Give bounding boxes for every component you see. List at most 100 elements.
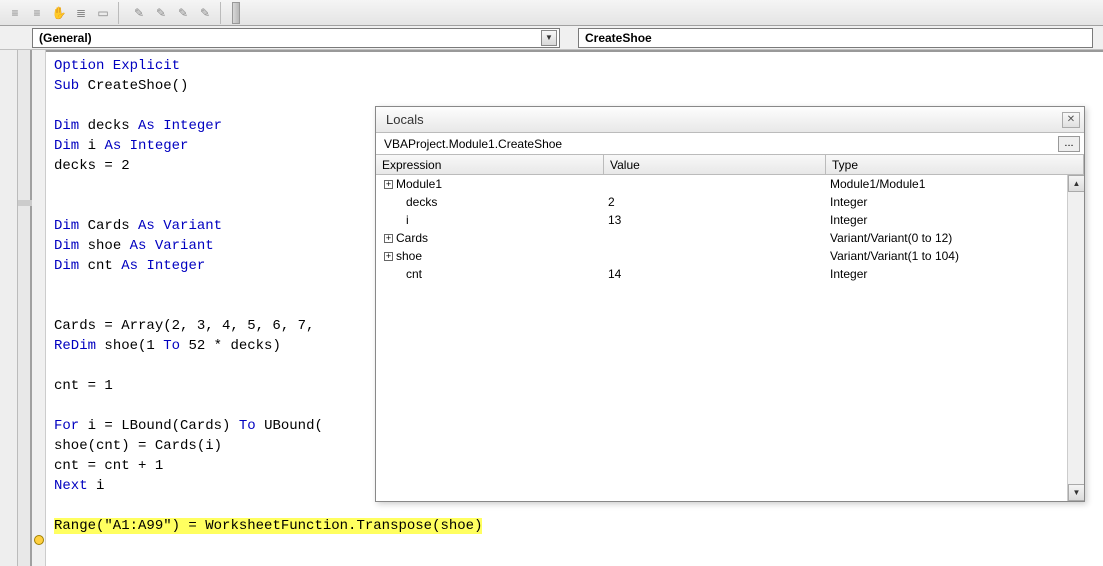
expand-icon[interactable]: + <box>384 234 393 243</box>
code-text: To <box>239 418 256 434</box>
scroll-down-icon[interactable]: ▼ <box>1068 484 1084 501</box>
code-text: To <box>163 338 180 354</box>
locals-type: Module1/Module1 <box>826 177 1084 191</box>
locals-type: Integer <box>826 267 1084 281</box>
pane-splitter[interactable] <box>18 50 32 566</box>
code-text: = WorksheetFunction.Transpose(shoe) <box>180 518 482 534</box>
locals-row[interactable]: +shoe Variant/Variant(1 to 104) <box>376 247 1084 265</box>
locals-expression: decks <box>376 195 604 209</box>
locals-title-text: Locals <box>386 112 1062 127</box>
locals-row[interactable]: cnt 14Integer <box>376 265 1084 283</box>
code-text: Range("A1:A99") <box>54 518 180 534</box>
expand-icon[interactable]: + <box>384 180 393 189</box>
locals-expr-text: shoe <box>396 249 422 263</box>
code-text: i <box>79 138 104 154</box>
procedure-combo[interactable]: CreateShoe <box>578 28 1093 48</box>
breakpoint-marker-icon[interactable] <box>34 535 44 545</box>
locals-row[interactable]: +Cards Variant/Variant(0 to 12) <box>376 229 1084 247</box>
locals-type: Integer <box>826 213 1084 227</box>
locals-value: 13 <box>604 213 826 227</box>
code-text: Sub <box>54 78 79 94</box>
code-text: i <box>88 478 105 494</box>
locals-expr-text: Cards <box>396 231 428 245</box>
code-text: cnt = cnt + 1 <box>54 458 163 474</box>
locals-expression: cnt <box>376 267 604 281</box>
locals-expression: +Cards <box>376 231 604 245</box>
toolbar: ≡ ≡ ✋ ≣ ▭ ✎ ✎ ✎ ✎ <box>0 0 1103 26</box>
code-text: Cards = Array(2, 3, 4, 5, 6, 7, <box>54 318 314 334</box>
locals-expression: i <box>376 213 604 227</box>
code-text: Next <box>54 478 88 494</box>
wand2-icon[interactable]: ✎ <box>174 4 192 22</box>
locals-expr-text: i <box>406 213 409 227</box>
object-combo[interactable]: (General) ▼ <box>32 28 560 48</box>
procedure-combo-label: CreateShoe <box>585 31 1090 45</box>
code-text: As Variant <box>138 218 222 234</box>
separator <box>118 2 124 24</box>
locals-expression: +Module1 <box>376 177 604 191</box>
toolbar-splitter[interactable] <box>232 2 240 24</box>
header-expression[interactable]: Expression <box>376 155 604 174</box>
locals-expression: +shoe <box>376 249 604 263</box>
chevron-down-icon[interactable]: ▼ <box>541 30 557 46</box>
code-text: CreateShoe() <box>79 78 188 94</box>
locals-body: +Module1Module1/Module1decks2Integeri13I… <box>376 175 1084 501</box>
locals-titlebar[interactable]: Locals ✕ <box>376 107 1084 133</box>
block-icon[interactable]: ▭ <box>94 4 112 22</box>
code-text: cnt <box>79 258 121 274</box>
code-text: shoe(cnt) = Cards(i) <box>54 438 222 454</box>
locals-value: 2 <box>604 195 826 209</box>
code-text: ReDim <box>54 338 96 354</box>
breakpoint-margin[interactable] <box>32 50 46 566</box>
code-text: Dim <box>54 238 79 254</box>
ellipsis-button[interactable]: ... <box>1058 136 1080 152</box>
code-text: Dim <box>54 218 79 234</box>
code-text: Dim <box>54 138 79 154</box>
wand3-icon[interactable]: ✎ <box>196 4 214 22</box>
locals-expr-text: Module1 <box>396 177 442 191</box>
locals-row[interactable]: +Module1 Module1/Module1 <box>376 175 1084 193</box>
locals-expr-text: decks <box>406 195 437 209</box>
code-text: shoe(1 <box>96 338 163 354</box>
locals-value: 14 <box>604 267 826 281</box>
locals-row[interactable]: decks 2Integer <box>376 193 1084 211</box>
locals-headers: Expression Value Type <box>376 155 1084 175</box>
code-dropdowns: (General) ▼ CreateShoe <box>0 26 1103 50</box>
outdent-icon[interactable]: ≡ <box>6 4 24 22</box>
expand-icon[interactable]: + <box>384 252 393 261</box>
code-text: Option Explicit <box>54 58 180 74</box>
wand-icon[interactable]: ✎ <box>152 4 170 22</box>
code-text: shoe <box>79 238 129 254</box>
separator <box>220 2 226 24</box>
locals-expr-text: cnt <box>406 267 422 281</box>
code-text: Dim <box>54 258 79 274</box>
code-text: As Integer <box>138 118 222 134</box>
locals-row[interactable]: i 13Integer <box>376 211 1084 229</box>
close-icon[interactable]: ✕ <box>1062 112 1080 128</box>
code-text: i = LBound(Cards) <box>79 418 239 434</box>
code-text: 52 * decks) <box>180 338 281 354</box>
header-value[interactable]: Value <box>604 155 826 174</box>
code-text: As Integer <box>121 258 205 274</box>
execution-line: Range("A1:A99") = WorksheetFunction.Tran… <box>54 518 482 534</box>
locals-context-text: VBAProject.Module1.CreateShoe <box>384 137 1058 151</box>
locals-type: Variant/Variant(0 to 12) <box>826 231 1084 245</box>
list-icon[interactable]: ≣ <box>72 4 90 22</box>
code-text: decks = 2 <box>54 158 130 174</box>
pencil-icon[interactable]: ✎ <box>130 4 148 22</box>
locals-type: Variant/Variant(1 to 104) <box>826 249 1084 263</box>
locals-window: Locals ✕ VBAProject.Module1.CreateShoe .… <box>375 106 1085 502</box>
code-text: cnt = 1 <box>54 378 113 394</box>
scrollbar[interactable]: ▲ ▼ <box>1067 175 1084 501</box>
indent-icon[interactable]: ≡ <box>28 4 46 22</box>
window-gutter <box>0 50 18 566</box>
header-type[interactable]: Type <box>826 155 1084 174</box>
scroll-up-icon[interactable]: ▲ <box>1068 175 1084 192</box>
hand-icon[interactable]: ✋ <box>50 4 68 22</box>
code-text: UBound( <box>256 418 323 434</box>
code-text: Dim <box>54 118 79 134</box>
locals-type: Integer <box>826 195 1084 209</box>
code-text: Cards <box>79 218 138 234</box>
locals-context-bar: VBAProject.Module1.CreateShoe ... <box>376 133 1084 155</box>
code-text: As Integer <box>104 138 188 154</box>
